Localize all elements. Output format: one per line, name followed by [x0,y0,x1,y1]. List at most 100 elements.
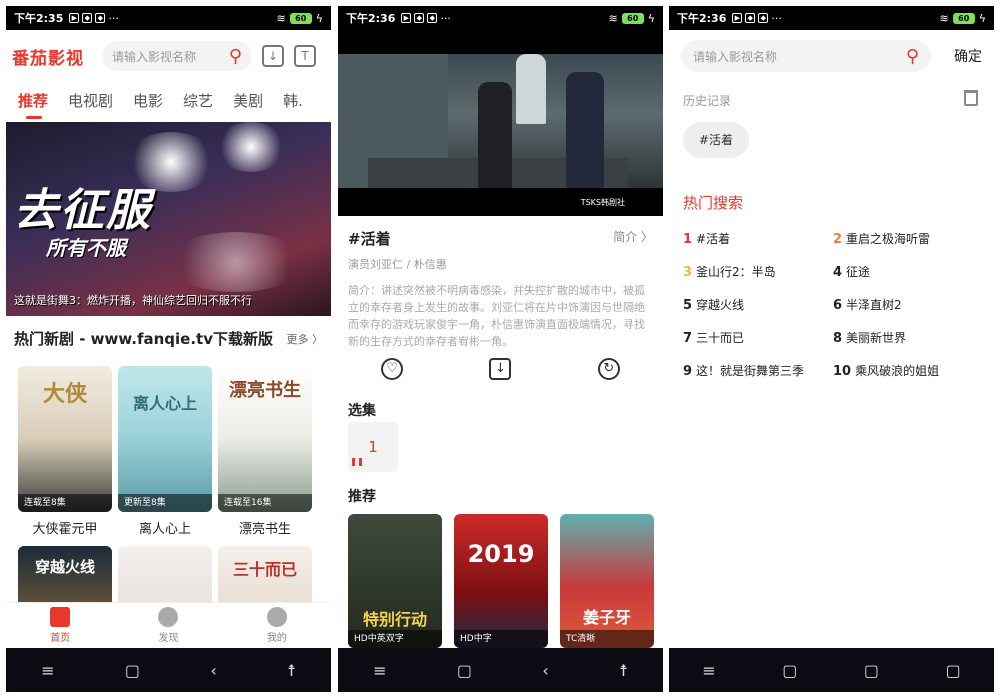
hot-search-item[interactable]: 2 重启之极海听雷 [833,230,983,247]
trash-icon[interactable] [964,90,978,106]
hot-search-item[interactable]: 9 这！就是街舞第三季 [683,362,833,379]
compass-icon [158,607,179,627]
poster-card[interactable]: 离人心上 更新至8集 [118,366,212,512]
poster-card[interactable]: 漂亮书生 连载至16集 [218,366,312,512]
video-player[interactable]: TSKS韩剧社 [338,30,663,216]
tab-home-label: 首页 [50,633,71,644]
app-notification-icon: ◆ [758,13,769,23]
quality-badge: HD中英双字 [348,630,442,648]
search-input[interactable]: 请输入影视名称 ⚲ [102,41,252,71]
person-figure [566,72,604,188]
tab-profile[interactable]: 我的 [266,607,287,644]
recommend-label: 推荐 [348,489,376,505]
status-time: 下午2:36 [346,12,396,25]
intro-link[interactable]: 简介 〉 [613,228,653,245]
history-chip[interactable]: #活着 [683,122,749,158]
hero-banner[interactable]: 去征服 所有不服 这就是街舞3：燃炸开播，神仙综艺回归不服不行 [6,122,331,316]
recommend-card[interactable]: 姜子牙 TC清晰 [560,514,654,648]
status-bar: 下午2:35 ▶ ◆ ◆ ··· ≋ 60 ϟ [6,6,331,30]
episode-badge: 更新至8集 [118,494,212,512]
menu-icon[interactable]: ≡ [373,661,386,680]
hot-search-item[interactable]: 5 穿越火线 [683,296,833,313]
back-icon[interactable]: ‹ [210,661,216,680]
share-refresh-icon[interactable]: ↻ [597,358,620,380]
tab-us-drama[interactable]: 美剧 [233,90,263,111]
hot-search-item[interactable]: 4 征途 [833,263,983,280]
poster-title[interactable]: 离人心上 [118,518,212,537]
accessibility-icon[interactable]: ☨ [287,661,296,680]
confirm-button[interactable]: 确定 [954,46,982,66]
tab-movies[interactable]: 电影 [133,90,163,111]
favorite-heart-icon[interactable]: ♡ [381,358,404,380]
video-frame [338,54,663,188]
home-square-icon[interactable]: ▢ [125,661,140,680]
section-header: 热门新剧 - www.fanqie.tv下载新版 更多 〉 [14,328,323,349]
recommend-card[interactable]: 特别行动 HD中英双字 [348,514,442,648]
rank-number: 5 [683,298,693,313]
menu-icon[interactable]: ≡ [41,661,54,680]
app-notification-icon: ◆ [82,13,93,23]
search-icon[interactable]: ⚲ [229,46,242,67]
home-header: 番茄影视 请输入影视名称 ⚲ ↓ T [6,36,331,76]
download-icon[interactable]: ↓ [262,45,284,67]
rank-number: 3 [683,265,693,280]
tab-tv-series[interactable]: 电视剧 [68,90,113,111]
more-notifications-icon: ··· [440,11,451,25]
poster-art-text: 特别行动 [362,610,427,629]
banner-subline: 所有不服 [46,236,126,260]
poster-art-text: 2019 [467,540,535,568]
hot-search-item[interactable]: 10 乘风破浪的姐姐 [833,362,983,379]
poster-art-text: 漂亮书生 [229,380,301,401]
menu-icon[interactable]: ≡ [702,661,715,680]
search-icon[interactable]: ⚲ [906,46,919,67]
episode-button[interactable]: 1 [348,422,398,472]
episodes-label: 选集 [348,403,376,419]
poster-title[interactable]: 大侠霍元甲 [18,518,112,537]
skin-shirt-icon[interactable]: T [294,45,316,67]
recommend-card[interactable]: 2019 HD中字 [454,514,548,648]
hot-search-item[interactable]: 7 三十而已 [683,329,833,346]
section-title: 热门新剧 - www.fanqie.tv下载新版 [14,330,274,348]
search-input[interactable]: 请输入影视名称 ⚲ [681,40,931,72]
hot-search-text: 三十而已 [696,331,745,345]
stage-light [166,232,306,292]
more-link[interactable]: 更多 〉 [287,331,324,347]
person-figure [516,54,546,124]
history-label: 历史记录 [683,94,732,108]
banner-headline: 去征服 [14,185,152,236]
back-icon[interactable]: ‹ [542,661,548,680]
detail-screen: 下午2:36 ▶ ◆ ◆ ··· ≋ 60 ϟ TSKS韩剧社 #活着 简介 〉… [338,6,663,692]
tab-recommend[interactable]: 推荐 [18,90,48,119]
app-notification-icon: ▶ [401,13,412,23]
tab-korean-drama[interactable]: 韩. [283,90,303,111]
tab-variety[interactable]: 综艺 [183,90,213,111]
download-icon[interactable]: ↓ [489,358,512,380]
search-placeholder: 请输入影视名称 [112,49,197,64]
home-square-icon[interactable]: ▢ [457,661,472,680]
tab-home[interactable]: 首页 [50,607,71,644]
home-icon [50,607,71,627]
search-placeholder: 请输入影视名称 [693,49,778,64]
home-square-icon[interactable]: ▢ [946,661,961,680]
more-notifications-icon: ··· [108,11,119,25]
action-row: ♡ ↓ ↻ [338,358,663,380]
status-bar: 下午2:36 ▶ ◆ ◆ ··· ≋ 60 ϟ [669,6,994,30]
video-title: #活着 [348,230,391,248]
poster-title[interactable]: 漂亮书生 [218,518,312,537]
poster-row: 大侠 连载至8集 离人心上 更新至8集 漂亮书生 连载至16集 [18,366,321,512]
poster-art-text: 离人心上 [132,394,197,413]
hot-search-item[interactable]: 6 半泽直树2 [833,296,983,313]
user-icon [266,607,287,627]
poster-card[interactable]: 大侠 连载至8集 [18,366,112,512]
poster-art-text: 姜子牙 [582,608,631,627]
accessibility-icon[interactable]: ☨ [619,661,628,680]
home-square-icon[interactable]: ▢ [782,661,797,680]
hot-search-item[interactable]: 1 #活着 [683,230,833,247]
hot-search-text: 穿越火线 [696,298,745,312]
hot-search-item[interactable]: 3 釜山行2：半岛 [683,263,833,280]
recents-icon[interactable]: ▢ [864,661,879,680]
banner-caption: 这就是街舞3：燃炸开播，神仙综艺回归不服不行 [14,294,252,307]
tab-discover[interactable]: 发现 [158,607,179,644]
hot-search-item[interactable]: 8 美丽新世界 [833,329,983,346]
episode-number: 1 [368,438,378,456]
